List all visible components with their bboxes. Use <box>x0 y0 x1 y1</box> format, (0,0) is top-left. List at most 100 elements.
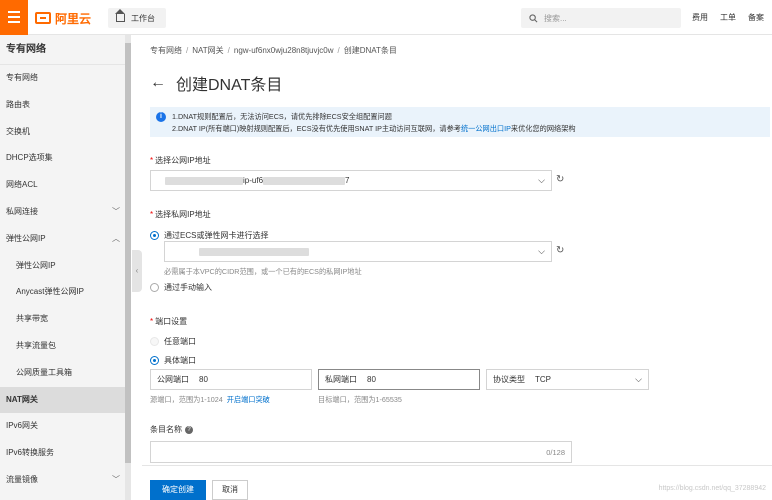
unified-egress-link[interactable]: 统一公网出口IP <box>461 124 511 133</box>
public-ip-value: ip-uf6 <box>243 176 264 185</box>
private-port-input[interactable]: 私网端口 80 <box>318 369 480 390</box>
aliyun-logo-icon <box>35 12 51 24</box>
sidebar-item-nat-gateway[interactable]: NAT网关 <box>0 386 125 414</box>
notice-line-2: 2.DNAT IP(所有端口)映射规则配置后，ECS没有优先使用SNAT IP主… <box>172 124 576 134</box>
sidebar-item-ipv6-gateway[interactable]: IPv6网关 <box>0 413 125 440</box>
public-ip-select[interactable]: ip-uf6 7 ⌵ <box>150 170 552 191</box>
entry-name-label: 条目名称? <box>150 424 193 435</box>
confirm-create-button[interactable]: 确定创建 <box>150 480 206 500</box>
sidebar-item-eip-group[interactable]: 弹性公网IP ︿ <box>0 226 125 253</box>
sidebar-item-acl[interactable]: 网络ACL <box>0 172 125 199</box>
sidebar-item-label: 弹性公网IP <box>16 260 56 270</box>
workbench-button[interactable]: 工作台 <box>108 8 166 28</box>
main-content: 专有网络 / NAT网关 / ngw-uf6nx0wju28n8tjuvjc0w / 创建D… <box>142 35 772 500</box>
public-port-input[interactable]: 公网端口 80 <box>150 369 312 390</box>
radio-button-disabled <box>150 337 159 346</box>
refresh-icon[interactable]: ↻ <box>556 245 564 256</box>
notice-line-2-suffix: 来优化您的网络架构 <box>510 124 576 133</box>
private-ip-hint: 必需属于本VPC的CIDR范围，或一个已有的ECS的私网IP地址 <box>164 267 362 276</box>
top-link-filing[interactable]: 备案 <box>748 12 764 23</box>
sidebar-item-route-table[interactable]: 路由表 <box>0 92 125 119</box>
sidebar-item-label: 流量镜像 <box>6 474 38 484</box>
sidebar-item-label: 路由表 <box>6 99 30 109</box>
sidebar-item-vpc[interactable]: 专有网络 <box>0 65 125 92</box>
back-arrow-icon[interactable]: ← <box>150 74 166 92</box>
sidebar-scrollbar[interactable] <box>125 35 131 500</box>
sidebar-item-eip[interactable]: 弹性公网IP <box>0 253 125 280</box>
radio-button-selected[interactable] <box>150 356 159 365</box>
sidebar-item-label: 共享带宽 <box>16 314 48 324</box>
ecs-instance-select[interactable]: ⌵ <box>164 241 552 262</box>
radio-button-selected[interactable] <box>150 231 159 240</box>
private-port-hint: 目标端口，范围为1-65535 <box>318 395 402 404</box>
private-port-value: 80 <box>367 375 376 384</box>
refresh-icon[interactable]: ↻ <box>556 174 564 185</box>
sidebar-item-quality-toolbox[interactable]: 公网质量工具箱 <box>0 360 125 387</box>
sidebar-item-anycast-eip[interactable]: Anycast弹性公网IP <box>0 279 125 306</box>
workbench-label: 工作台 <box>131 13 155 23</box>
protocol-select[interactable]: 协议类型 TCP ⌵ <box>486 369 649 390</box>
sidebar-collapse-handle[interactable]: ‹ <box>132 250 142 292</box>
breadcrumb-nat[interactable]: NAT网关 <box>192 46 223 55</box>
logo-text: 阿里云 <box>55 11 92 26</box>
chevron-down-icon: ⌵ <box>635 373 642 384</box>
breadcrumb-vpc[interactable]: 专有网络 <box>150 46 182 55</box>
cancel-button[interactable]: 取消 <box>212 480 248 500</box>
notice-box: i 1.DNAT规则配置后，无法访问ECS，请优先排除ECS安全组配置问题 2.… <box>150 107 770 137</box>
port-breakthrough-link[interactable]: 开启端口突破 <box>227 395 270 404</box>
sidebar-item-shared-bandwidth[interactable]: 共享带宽 <box>0 306 125 333</box>
watermark: https://blog.csdn.net/qq_37288942 <box>658 485 766 492</box>
home-icon <box>115 9 125 22</box>
top-link-billing[interactable]: 费用 <box>692 12 708 23</box>
footer-bar: 确定创建 取消 https://blog.csdn.net/qq_3728894… <box>142 465 772 500</box>
sidebar-item-label: 公网质量工具箱 <box>16 367 72 377</box>
char-counter: 0/128 <box>546 447 565 457</box>
radio-button[interactable] <box>150 283 159 292</box>
page-title: 创建DNAT条目 <box>176 77 283 94</box>
sidebar-title: 专有网络 <box>0 35 125 65</box>
public-port-hint: 源端口，范围为1-1024 开启端口突破 <box>150 395 270 404</box>
logo[interactable]: 阿里云 <box>35 9 91 27</box>
search-input[interactable]: 搜索... <box>521 8 681 28</box>
sidebar-item-label: 专有网络 <box>6 73 38 82</box>
radio-ecs-option[interactable]: 通过ECS或弹性网卡进行选择 <box>150 230 268 241</box>
private-ip-label: * 选择私网IP地址 <box>150 210 211 219</box>
public-port-label: 公网端口 <box>157 375 189 384</box>
sidebar-item-dhcp[interactable]: DHCP选项集 <box>0 145 125 172</box>
radio-specific-port[interactable]: 具体端口 <box>150 355 196 366</box>
sidebar-item-shared-traffic[interactable]: 共享流量包 <box>0 333 125 360</box>
notice-line-2-text: 2.DNAT IP(所有端口)映射规则配置后，ECS没有优先使用SNAT IP主… <box>172 124 461 133</box>
search-icon <box>529 13 538 22</box>
help-icon[interactable]: ? <box>185 425 193 434</box>
sidebar-item-label: 网络ACL <box>6 180 38 190</box>
search-placeholder: 搜索... <box>544 13 567 23</box>
top-link-ticket[interactable]: 工单 <box>720 12 736 23</box>
redacted-block <box>263 176 346 185</box>
entry-name-input[interactable]: 0/128 <box>150 441 572 463</box>
chevron-down-icon: ⌵ <box>538 174 545 185</box>
chevron-down-icon: ﹀ <box>112 206 120 216</box>
protocol-label: 协议类型 <box>493 375 525 384</box>
sidebar-item-traffic-mirror[interactable]: 流量镜像 ﹀ <box>0 467 125 494</box>
hamburger-menu-button[interactable] <box>0 0 28 35</box>
page-header: ← 创建DNAT条目 <box>150 71 282 95</box>
radio-any-port: 任意端口 <box>150 336 196 347</box>
notice-line-1: 1.DNAT规则配置后，无法访问ECS，请优先排除ECS安全组配置问题 <box>172 112 392 121</box>
sidebar-item-label: 共享流量包 <box>16 340 56 350</box>
radio-label: 通过ECS或弹性网卡进行选择 <box>164 231 269 240</box>
protocol-value: TCP <box>535 375 551 384</box>
redacted-block <box>199 247 309 256</box>
radio-manual-option[interactable]: 通过手动输入 <box>150 282 212 293</box>
top-links: 费用 工单 备案 <box>692 12 764 23</box>
top-bar: 阿里云 工作台 搜索... 费用 工单 备案 <box>0 0 772 35</box>
scrollbar-thumb[interactable] <box>125 43 131 463</box>
public-ip-label: * 选择公网IP地址 <box>150 156 211 165</box>
breadcrumb-gateway-id[interactable]: ngw-uf6nx0wju28n8tjuvjc0w <box>234 46 334 55</box>
sidebar: 专有网络 专有网络 路由表 交换机 DHCP选项集 网络ACL 私网连接 ﹀ 弹性… <box>0 35 125 500</box>
port-settings-label: * 端口设置 <box>150 317 188 326</box>
sidebar-item-vswitch[interactable]: 交换机 <box>0 119 125 146</box>
redacted-block <box>165 176 243 185</box>
sidebar-item-private-link[interactable]: 私网连接 ﹀ <box>0 199 125 226</box>
sidebar-item-ipv6-translation[interactable]: IPv6转换服务 <box>0 440 125 467</box>
sidebar-item-label: 交换机 <box>6 126 30 136</box>
